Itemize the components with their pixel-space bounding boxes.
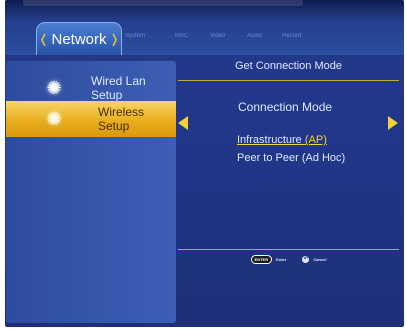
option-infrastructure-label: Infrastructure [237, 134, 302, 146]
sidebar-item-label: Wireless Setup [98, 105, 145, 133]
tab-audio[interactable]: Audio [247, 33, 262, 39]
divider-bottom [178, 249, 399, 250]
option-infrastructure[interactable]: Infrastructure (AP) [237, 134, 327, 146]
tab-network-label: Network [51, 30, 107, 48]
option-infrastructure-suffix: (AP) [301, 134, 327, 146]
tab-network[interactable]: ❬ Network ❭ [36, 22, 122, 55]
bracket-right-icon: ❭ [109, 32, 120, 46]
enter-key-icon: ENTER [250, 255, 273, 264]
arrow-left-icon[interactable] [178, 116, 188, 130]
sidebar-item-wireless[interactable]: ✺ Wireless Setup [6, 101, 176, 137]
page-title: Get Connection Mode [234, 60, 342, 72]
tab-video[interactable]: Video [210, 33, 225, 39]
sidebar-item-wired-lan[interactable]: ✺ Wired Lan Setup [6, 71, 176, 105]
faint-title-bar [23, 0, 303, 6]
sun-icon: ✺ [46, 109, 62, 129]
tab-record[interactable]: Record [282, 33, 301, 39]
enter-label: Enter [276, 257, 287, 262]
connection-mode-label: Connection Mode [238, 100, 333, 114]
tab-msc[interactable]: MSC [175, 33, 188, 39]
divider-top [178, 80, 399, 81]
arrow-right-icon[interactable] [388, 116, 398, 130]
sun-icon: ✺ [46, 78, 62, 98]
bracket-left-icon: ❬ [38, 32, 49, 46]
footer-help: ENTER Enter ↶ Cancel [178, 255, 399, 264]
cancel-icon: ↶ [302, 256, 310, 263]
tab-system[interactable]: System [125, 33, 145, 39]
cancel-label: Cancel [313, 257, 327, 262]
option-peer-to-peer[interactable]: Peer to Peer (Ad Hoc) [237, 152, 345, 164]
sidebar-item-label: Wired Lan Setup [91, 74, 146, 102]
